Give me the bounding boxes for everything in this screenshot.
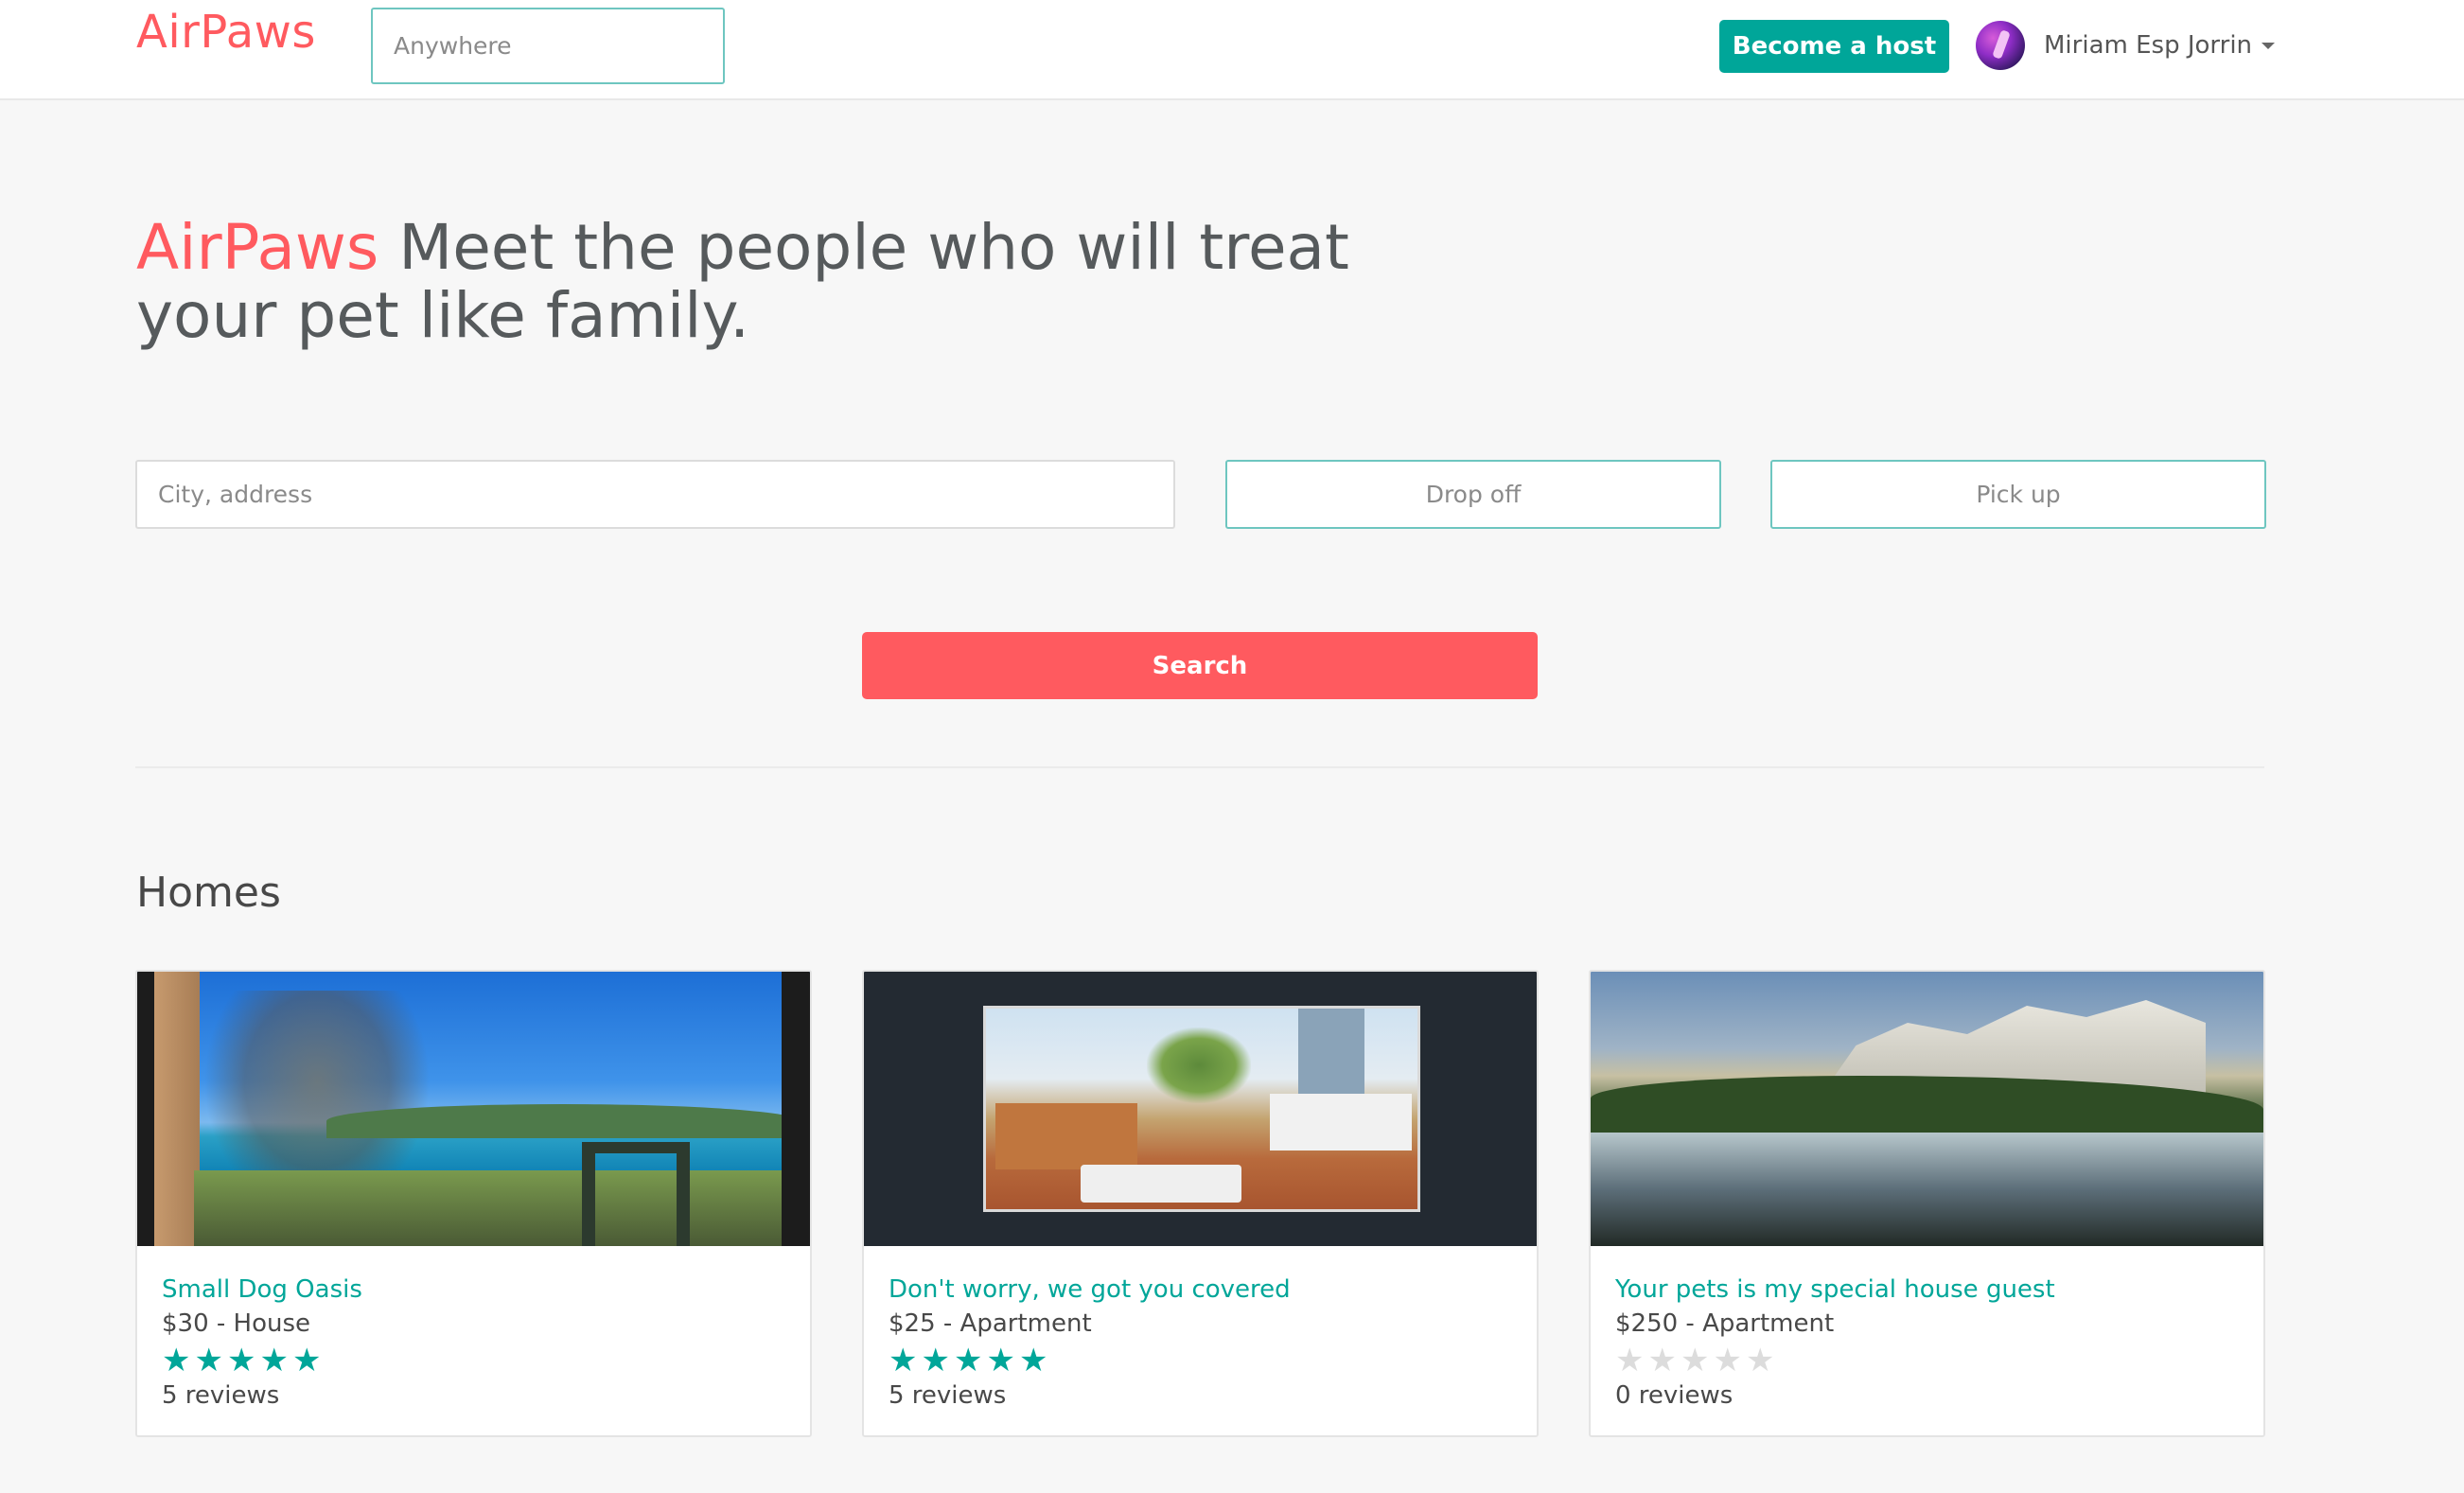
star-rating: ★ ★ ★ ★ ★ <box>162 1343 785 1379</box>
home-card[interactable]: Don't worry, we got you covered $25 - Ap… <box>862 970 1539 1437</box>
star-icon: ★ <box>921 1342 950 1379</box>
chevron-down-icon <box>2262 42 2276 49</box>
pick-up-date-input[interactable] <box>1770 460 2266 529</box>
home-title-link[interactable]: Don't worry, we got you covered <box>889 1273 1512 1307</box>
home-photo-harbour[interactable] <box>137 972 810 1246</box>
review-count: 5 reviews <box>162 1381 280 1410</box>
home-card[interactable]: Small Dog Oasis $30 - House ★ ★ ★ ★ ★ 5 revi… <box>135 970 812 1437</box>
home-title-link[interactable]: Small Dog Oasis <box>162 1273 785 1307</box>
drop-off-date-input[interactable] <box>1225 460 1721 529</box>
hero-brand: AirPaws <box>136 211 379 284</box>
home-price-type: $250 - Apartment <box>1615 1309 1835 1338</box>
user-name: Miriam Esp Jorrin <box>2044 31 2253 60</box>
hero-headline: AirPaws Meet the people who will treat y… <box>136 214 1366 350</box>
brand-logo[interactable]: AirPaws <box>136 6 316 59</box>
become-host-button[interactable]: Become a host <box>1719 20 1949 73</box>
star-icon: ★ <box>889 1342 918 1379</box>
star-icon: ★ <box>953 1342 983 1379</box>
star-icon: ★ <box>226 1342 256 1379</box>
star-icon: ★ <box>1018 1342 1048 1379</box>
star-icon: ★ <box>1680 1342 1710 1379</box>
star-icon: ★ <box>1745 1342 1775 1379</box>
home-photo-cliffs-lake[interactable] <box>1591 972 2263 1246</box>
home-price-type: $25 - Apartment <box>889 1309 1092 1338</box>
star-icon: ★ <box>162 1342 191 1379</box>
home-photo-courtyard[interactable] <box>864 972 1537 1246</box>
star-rating: ★ ★ ★ ★ ★ <box>889 1343 1512 1379</box>
home-title-link[interactable]: Your pets is my special house guest <box>1615 1273 2239 1307</box>
star-icon: ★ <box>986 1342 1015 1379</box>
city-address-input[interactable] <box>135 460 1175 529</box>
top-navbar: AirPaws Become a host Miriam Esp Jorrin <box>0 0 2464 100</box>
avatar[interactable] <box>1976 21 2025 70</box>
star-rating: ★ ★ ★ ★ ★ <box>1615 1343 2239 1379</box>
location-search-input[interactable] <box>371 8 725 84</box>
home-price-type: $30 - House <box>162 1309 311 1338</box>
star-icon: ★ <box>194 1342 223 1379</box>
review-count: 5 reviews <box>889 1381 1007 1410</box>
star-icon: ★ <box>291 1342 322 1379</box>
user-menu[interactable]: Miriam Esp Jorrin <box>1976 19 2276 72</box>
section-divider <box>135 766 2264 768</box>
star-icon: ★ <box>259 1342 289 1379</box>
star-icon: ★ <box>1647 1342 1677 1379</box>
home-card[interactable]: Your pets is my special house guest $250… <box>1589 970 2265 1437</box>
homes-section-title: Homes <box>136 869 281 917</box>
review-count: 0 reviews <box>1615 1381 1734 1410</box>
search-button[interactable]: Search <box>862 632 1538 699</box>
star-icon: ★ <box>1713 1342 1742 1379</box>
star-icon: ★ <box>1615 1342 1645 1379</box>
